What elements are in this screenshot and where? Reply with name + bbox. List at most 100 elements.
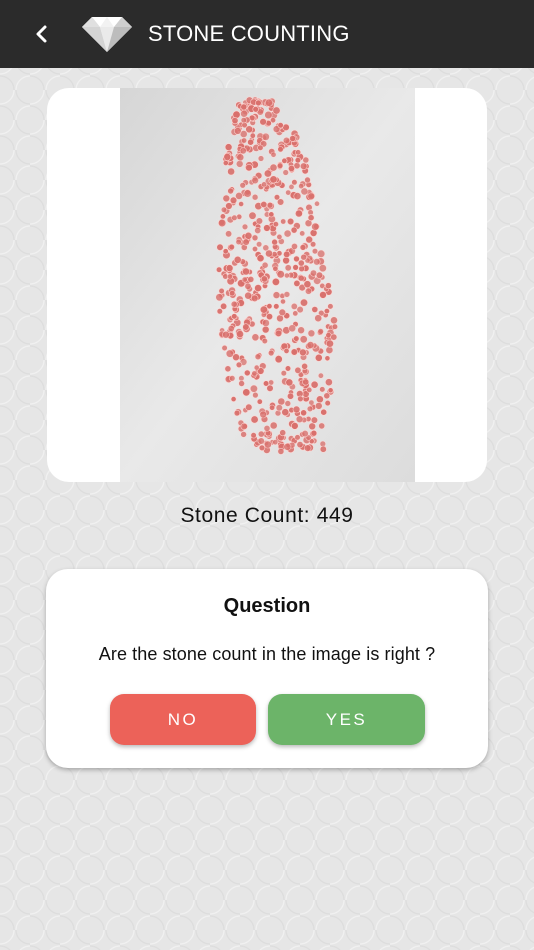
stone	[282, 169, 289, 176]
stone	[283, 229, 292, 238]
stone	[239, 147, 247, 155]
stone	[261, 132, 270, 141]
stone	[260, 201, 268, 209]
stone	[280, 370, 287, 377]
stone	[236, 330, 244, 338]
stone	[276, 233, 283, 240]
question-text: Are the stone count in the image is righ…	[98, 644, 436, 664]
stone	[238, 380, 245, 387]
stone	[247, 275, 255, 283]
stone	[215, 293, 224, 302]
stone	[252, 246, 259, 253]
stone	[244, 282, 252, 290]
stone	[230, 396, 237, 402]
stone	[291, 422, 299, 430]
stone	[317, 328, 324, 335]
stone	[241, 223, 249, 231]
stone	[331, 323, 338, 330]
stone	[263, 169, 272, 178]
stone	[276, 250, 283, 257]
stone	[284, 400, 292, 407]
stone	[228, 243, 235, 251]
stone	[306, 405, 314, 412]
page-title: STONE COUNTING	[148, 21, 350, 46]
stone	[296, 441, 304, 449]
stone	[235, 361, 243, 368]
stone	[231, 214, 238, 221]
stone	[263, 424, 271, 432]
stone	[244, 369, 251, 377]
diamond-icon	[82, 17, 132, 52]
no-button[interactable]: NO	[110, 694, 256, 745]
back-button[interactable]	[24, 17, 58, 51]
stone	[294, 157, 301, 164]
stone	[255, 99, 262, 107]
stone	[276, 162, 284, 169]
stone	[265, 249, 273, 258]
stone	[311, 222, 320, 231]
stone	[324, 400, 331, 407]
question-card: Question Are the stone count in the imag…	[46, 569, 488, 768]
stone	[283, 442, 292, 451]
stone	[272, 221, 279, 228]
stone	[239, 182, 246, 189]
stone	[241, 137, 248, 144]
stone	[293, 255, 300, 263]
stone	[222, 330, 230, 339]
stone	[310, 380, 319, 389]
stone	[327, 303, 334, 310]
stone	[282, 136, 291, 145]
stone	[240, 431, 247, 438]
stone	[225, 349, 234, 358]
stone	[295, 149, 302, 156]
stone	[231, 117, 239, 125]
stone	[277, 198, 285, 206]
stone	[222, 248, 229, 255]
stone	[301, 430, 309, 438]
stone	[219, 213, 226, 220]
stone	[276, 270, 285, 279]
stone	[244, 231, 253, 240]
stone	[256, 398, 263, 405]
stone	[307, 192, 315, 201]
stone	[251, 176, 259, 185]
stone	[311, 248, 319, 255]
stone	[225, 264, 234, 272]
stone	[314, 314, 323, 323]
stone	[291, 179, 298, 186]
stone	[295, 415, 304, 424]
stone	[266, 313, 274, 321]
stone	[319, 291, 327, 299]
stone	[232, 110, 241, 119]
stone	[261, 337, 268, 345]
stone	[315, 402, 323, 410]
stone	[323, 308, 330, 315]
stone	[294, 209, 303, 218]
stone	[254, 284, 262, 292]
stone	[320, 408, 328, 416]
stone	[299, 348, 307, 357]
stone	[251, 294, 259, 303]
stone	[242, 238, 250, 246]
stone	[324, 355, 331, 362]
stone	[265, 98, 274, 107]
stone	[327, 387, 334, 394]
stone	[300, 409, 307, 417]
stone	[306, 341, 315, 349]
stone	[303, 280, 312, 289]
stone-count-value: 449	[316, 504, 354, 527]
stone	[299, 335, 308, 344]
stone	[257, 437, 265, 445]
stone-count-label: Stone Count:	[180, 504, 311, 527]
stone	[259, 305, 268, 314]
stone	[317, 372, 324, 379]
yes-button[interactable]: YES	[268, 694, 425, 745]
stone	[272, 439, 279, 446]
stone	[238, 201, 244, 207]
stone	[297, 259, 305, 267]
stone	[290, 302, 298, 310]
stone	[298, 265, 305, 272]
stone	[220, 302, 228, 310]
stone	[222, 160, 229, 166]
stone	[292, 264, 299, 271]
